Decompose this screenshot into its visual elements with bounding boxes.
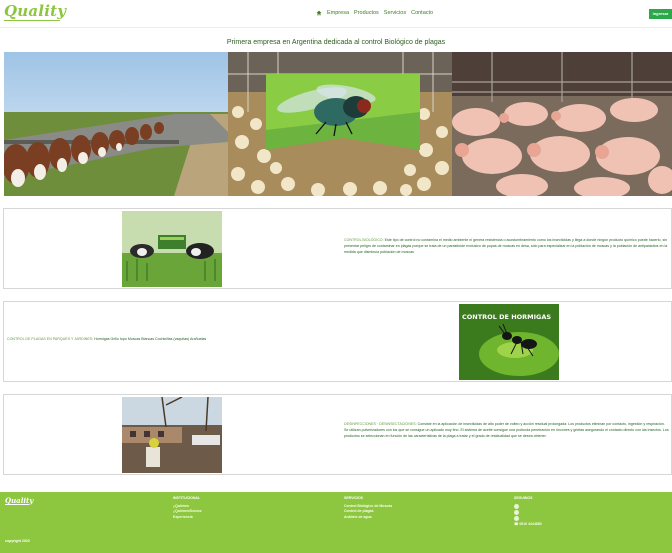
nav-contacto[interactable]: Contacto <box>411 10 433 16</box>
footer-col-institucional: INSTITUCIONAL ¿Quiénes ¿Quiénes/Somos Ex… <box>173 496 202 520</box>
card-caption: CONTROL BIOLÓGICO: <box>344 238 384 242</box>
footer-col-seguinos: SEGUINOS ☎ 0810 4444880 <box>514 496 542 527</box>
hero-pigs-image <box>452 52 672 196</box>
disinfection-image <box>122 397 222 473</box>
service-card-disinfection: DESINFECCIONES · DESINSECTACIONES: Consi… <box>3 394 672 475</box>
youtube-icon[interactable] <box>514 515 519 521</box>
footer-link[interactable]: ¿Quiénes/Somos <box>173 509 202 515</box>
card-caption: DESINFECCIONES · DESINSECTACIONES: <box>344 422 417 426</box>
login-button[interactable]: Ingresar <box>649 9 672 19</box>
card-description: Hormigas Grillo topo Moscas Blancas Coch… <box>94 337 207 341</box>
site-header: Quality Empresa Productos Servicios Cont… <box>0 0 672 28</box>
home-icon[interactable] <box>316 10 322 16</box>
footer-heading: SERVICIOS <box>344 496 363 500</box>
site-footer: Quality INSTITUCIONAL ¿Quiénes ¿Quiénes/… <box>0 492 672 553</box>
facebook-icon[interactable] <box>514 503 519 509</box>
page-headline: Primera empresa en Argentina dedicada al… <box>226 39 446 46</box>
nav-productos[interactable]: Productos <box>354 10 379 16</box>
footer-col-servicios: SERVICIOS Control Biológico de Moscas Co… <box>344 496 392 520</box>
footer-link[interactable]: Análisis de agua <box>344 515 392 521</box>
instagram-icon[interactable] <box>514 509 519 515</box>
footer-heading: INSTITUCIONAL <box>173 496 201 500</box>
ant-control-image: CONTROL DE HORMIGAS <box>459 304 559 380</box>
main-nav: Empresa Productos Servicios Contacto <box>316 10 433 16</box>
hero-poultry-fly-image <box>228 52 452 196</box>
service-card-pest-control: CONTROL DE PLAGAS EN PARQUES Y JARDINES:… <box>3 301 672 382</box>
footer-phone[interactable]: ☎ 0810 4444880 <box>514 522 542 528</box>
hero-cattle-image <box>4 52 228 196</box>
service-card-biological-control: CONTROL BIOLÓGICO: Este tipo de control … <box>3 208 672 289</box>
footer-heading: SEGUINOS <box>514 496 533 500</box>
copyright-text: copyright 2020 <box>5 539 30 543</box>
ant-control-image-title: CONTROL DE HORMIGAS <box>462 313 552 321</box>
nav-empresa[interactable]: Empresa <box>327 10 349 16</box>
footer-link[interactable]: Experiencia <box>173 515 202 521</box>
biological-control-image <box>122 211 222 287</box>
logo-text: Quality <box>4 2 67 20</box>
hero-banner <box>4 52 672 196</box>
nav-servicios[interactable]: Servicios <box>384 10 406 16</box>
quality-logo[interactable]: Quality <box>4 4 66 24</box>
card-caption: CONTROL DE PLAGAS EN PARQUES Y JARDINES: <box>7 337 94 341</box>
card-description: Este tipo de control no contamina el med… <box>344 238 668 254</box>
